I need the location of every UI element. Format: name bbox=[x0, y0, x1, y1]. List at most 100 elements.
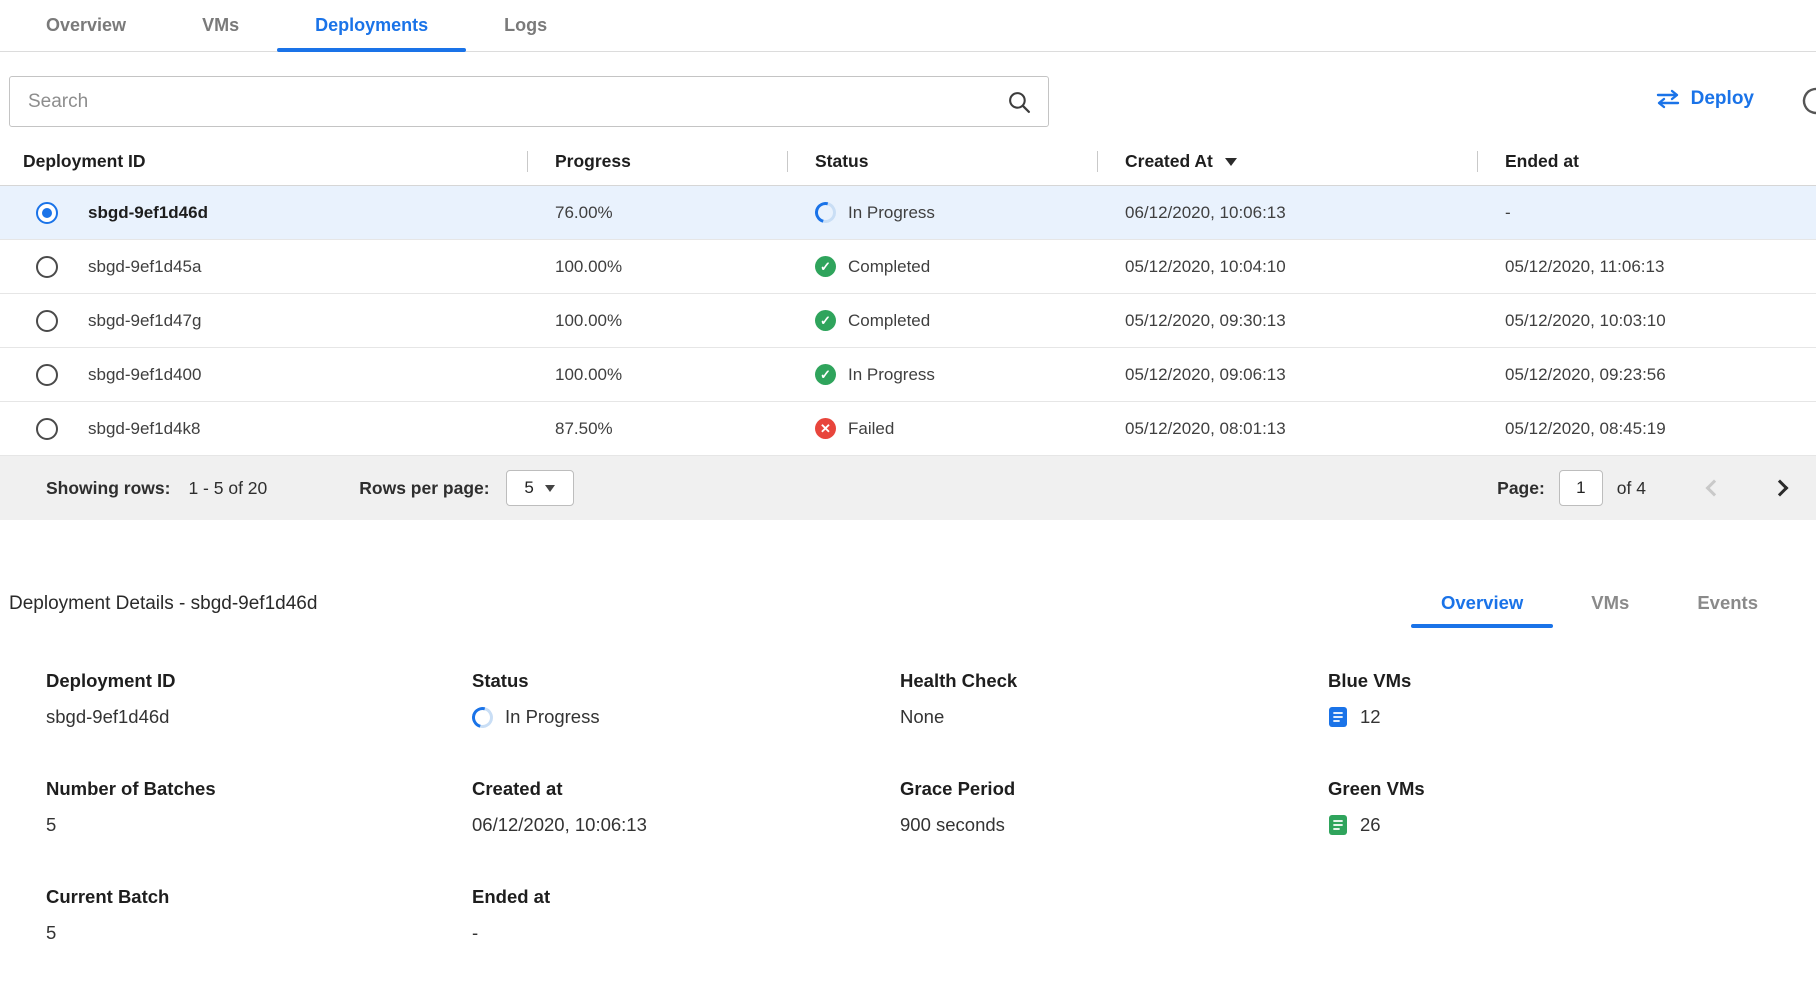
deploy-button[interactable]: Deploy bbox=[1655, 88, 1754, 110]
field-number-of-batches: Number of Batches 5 bbox=[46, 778, 472, 836]
status-icon bbox=[815, 310, 836, 331]
status-cell: Completed bbox=[787, 256, 1097, 277]
field-label: Health Check bbox=[900, 670, 1328, 692]
deployment-id-cell: sbgd-9ef1d45a bbox=[0, 256, 527, 278]
details-tab-overview[interactable]: Overview bbox=[1407, 592, 1557, 628]
in-progress-icon bbox=[468, 703, 497, 732]
field-value: 5 bbox=[46, 814, 472, 836]
chevron-down-icon bbox=[545, 485, 555, 492]
table-footer: Showing rows: 1 - 5 of 20 Rows per page:… bbox=[0, 456, 1816, 520]
deployment-id-text: sbgd-9ef1d46d bbox=[88, 203, 208, 223]
created-at-cell: 05/12/2020, 10:04:10 bbox=[1097, 257, 1477, 277]
status-icon bbox=[815, 364, 836, 385]
status-text: In Progress bbox=[505, 706, 600, 728]
field-label: Current Batch bbox=[46, 886, 472, 908]
ended-at-cell: 05/12/2020, 11:06:13 bbox=[1477, 257, 1816, 277]
field-status: Status In Progress bbox=[472, 670, 900, 728]
previous-page-icon[interactable] bbox=[1706, 480, 1723, 497]
field-label: Ended at bbox=[472, 886, 900, 908]
refresh-icon[interactable] bbox=[1800, 85, 1816, 117]
field-label: Created at bbox=[472, 778, 900, 800]
blue-vms-count: 12 bbox=[1360, 706, 1381, 728]
showing-rows-label: Showing rows: bbox=[46, 478, 170, 499]
row-select-radio[interactable] bbox=[36, 364, 58, 386]
table-row[interactable]: sbgd-9ef1d4k8 87.50% Failed 05/12/2020, … bbox=[0, 402, 1816, 456]
deployment-id-text: sbgd-9ef1d4k8 bbox=[88, 419, 200, 439]
page-label: Page: bbox=[1497, 478, 1545, 499]
search-icon[interactable] bbox=[1007, 90, 1032, 115]
status-cell: Failed bbox=[787, 418, 1097, 439]
field-label: Green VMs bbox=[1328, 778, 1792, 800]
deployment-id-text: sbgd-9ef1d400 bbox=[88, 365, 201, 385]
row-select-radio[interactable] bbox=[36, 418, 58, 440]
field-label: Number of Batches bbox=[46, 778, 472, 800]
field-value: sbgd-9ef1d46d bbox=[46, 706, 472, 728]
field-value: - bbox=[472, 922, 900, 944]
column-header-deployment-id[interactable]: Deployment ID bbox=[0, 138, 527, 185]
status-icon bbox=[811, 198, 840, 227]
next-page-icon[interactable] bbox=[1772, 480, 1789, 497]
rows-per-page-select[interactable]: 5 bbox=[506, 470, 574, 506]
deployment-id-text: sbgd-9ef1d45a bbox=[88, 257, 201, 277]
field-health-check: Health Check None bbox=[900, 670, 1328, 728]
field-label: Grace Period bbox=[900, 778, 1328, 800]
status-cell: In Progress bbox=[787, 364, 1097, 385]
column-header-ended-at[interactable]: Ended at bbox=[1477, 138, 1816, 185]
status-text: Completed bbox=[848, 311, 930, 331]
field-value: In Progress bbox=[472, 706, 900, 728]
deploy-icon bbox=[1655, 89, 1681, 109]
column-header-status[interactable]: Status bbox=[787, 138, 1097, 185]
status-cell: In Progress bbox=[787, 202, 1097, 223]
showing-rows-value: 1 - 5 of 20 bbox=[188, 478, 267, 499]
ended-at-cell: 05/12/2020, 09:23:56 bbox=[1477, 365, 1816, 385]
tab-logs[interactable]: Logs bbox=[466, 0, 585, 51]
progress-cell: 100.00% bbox=[527, 311, 787, 331]
blue-vm-icon bbox=[1328, 706, 1348, 728]
search-box bbox=[9, 76, 1049, 127]
details-tab-events[interactable]: Events bbox=[1663, 592, 1792, 628]
field-created-at: Created at 06/12/2020, 10:06:13 bbox=[472, 778, 900, 836]
field-value: 900 seconds bbox=[900, 814, 1328, 836]
created-at-cell: 05/12/2020, 09:30:13 bbox=[1097, 311, 1477, 331]
status-text: Completed bbox=[848, 257, 930, 277]
created-at-cell: 05/12/2020, 09:06:13 bbox=[1097, 365, 1477, 385]
page-number-input[interactable] bbox=[1559, 470, 1603, 506]
created-at-cell: 06/12/2020, 10:06:13 bbox=[1097, 203, 1477, 223]
progress-cell: 100.00% bbox=[527, 365, 787, 385]
deployment-id-cell: sbgd-9ef1d400 bbox=[0, 364, 527, 386]
row-select-radio[interactable] bbox=[36, 310, 58, 332]
field-ended-at: Ended at - bbox=[472, 886, 900, 944]
search-input[interactable] bbox=[10, 77, 1048, 126]
sort-desc-icon[interactable] bbox=[1225, 158, 1237, 166]
ended-at-cell: 05/12/2020, 08:45:19 bbox=[1477, 419, 1816, 439]
deployment-id-cell: sbgd-9ef1d4k8 bbox=[0, 418, 527, 440]
deployments-table: Deployment ID Progress Status Created At… bbox=[0, 138, 1816, 520]
main-tabs: Overview VMs Deployments Logs bbox=[0, 0, 1816, 52]
status-text: In Progress bbox=[848, 365, 935, 385]
table-row[interactable]: sbgd-9ef1d47g 100.00% Completed 05/12/20… bbox=[0, 294, 1816, 348]
column-header-created-at[interactable]: Created At bbox=[1097, 138, 1477, 185]
column-header-label: Created At bbox=[1125, 151, 1213, 172]
table-row[interactable]: sbgd-9ef1d45a 100.00% Completed 05/12/20… bbox=[0, 240, 1816, 294]
field-grace-period: Grace Period 900 seconds bbox=[900, 778, 1328, 836]
progress-cell: 100.00% bbox=[527, 257, 787, 277]
field-value: 06/12/2020, 10:06:13 bbox=[472, 814, 900, 836]
tab-vms[interactable]: VMs bbox=[164, 0, 277, 51]
status-text: In Progress bbox=[848, 203, 935, 223]
table-row[interactable]: sbgd-9ef1d400 100.00% In Progress 05/12/… bbox=[0, 348, 1816, 402]
status-icon bbox=[815, 256, 836, 277]
page-count: of 4 bbox=[1617, 478, 1646, 499]
field-value: 5 bbox=[46, 922, 472, 944]
row-select-radio[interactable] bbox=[36, 256, 58, 278]
details-tab-vms[interactable]: VMs bbox=[1557, 592, 1663, 628]
column-header-progress[interactable]: Progress bbox=[527, 138, 787, 185]
row-select-radio[interactable] bbox=[36, 202, 58, 224]
table-row[interactable]: sbgd-9ef1d46d 76.00% In Progress 06/12/2… bbox=[0, 186, 1816, 240]
field-blue-vms: Blue VMs 12 bbox=[1328, 670, 1792, 728]
table-header: Deployment ID Progress Status Created At… bbox=[0, 138, 1816, 186]
field-label: Blue VMs bbox=[1328, 670, 1792, 692]
tab-deployments[interactable]: Deployments bbox=[277, 0, 466, 51]
tab-overview[interactable]: Overview bbox=[8, 0, 164, 51]
details-title: Deployment Details - sbgd-9ef1d46d bbox=[9, 593, 317, 628]
status-icon bbox=[815, 418, 836, 439]
